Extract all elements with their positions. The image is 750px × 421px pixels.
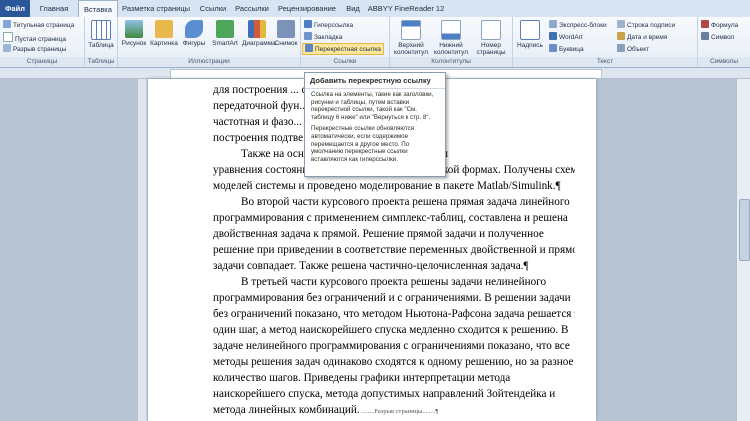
text-line: задачи совпадает. Также решена частично-…	[213, 260, 529, 272]
header-button[interactable]: Верхний колонтитул	[392, 20, 430, 56]
text-line: задаче нелинейного программирования с ог…	[213, 340, 570, 352]
smartart-button[interactable]: SmartArt	[210, 20, 240, 47]
tab-references[interactable]: Ссылки	[196, 0, 230, 17]
page-break-button[interactable]: Разрыв страницы	[3, 44, 66, 54]
dropcap-icon	[549, 44, 557, 52]
text-line: метода линейных комбинаций. ........Разр…	[213, 404, 575, 416]
chart-icon	[248, 20, 266, 38]
blank-page-icon	[3, 32, 13, 42]
wordart-button[interactable]: WordArt	[549, 32, 583, 42]
screenshot-icon	[277, 20, 295, 38]
text-line: один шаг, а метод наискорейшего спуска м…	[213, 324, 569, 336]
quick-parts-button[interactable]: Экспресс-блоки	[549, 20, 607, 30]
text-line: двойственная задача к прямой. Решение пр…	[213, 228, 544, 240]
bookmark-icon	[304, 32, 312, 40]
group-label-links: Ссылки	[301, 57, 389, 67]
tab-review[interactable]: Рецензирование	[274, 0, 340, 17]
header-icon	[401, 20, 421, 40]
group-label-symbols: Символы	[698, 57, 750, 67]
signature-line-button[interactable]: Строка подписи	[617, 20, 675, 30]
calendar-icon	[617, 32, 625, 40]
omega-icon	[701, 32, 709, 40]
tooltip-title: Добавить перекрестную ссылку	[305, 73, 445, 89]
text-line-content: метода линейных комбинаций.	[213, 404, 360, 416]
textbox-button[interactable]: Надпись	[515, 20, 545, 49]
chart-button[interactable]: Диаграмма	[242, 20, 276, 47]
group-label-text: Текст	[513, 57, 697, 67]
blank-page-button[interactable]: Пустая страница	[3, 32, 66, 43]
equation-button[interactable]: Формула	[701, 20, 738, 30]
clipart-icon	[155, 20, 173, 38]
ribbon: Титульная страница Пустая страница Разры…	[0, 17, 750, 68]
text-line: программирования без ограничений и с огр…	[213, 292, 571, 304]
tab-abbyy[interactable]: ABBYY FineReader 12	[366, 0, 446, 17]
bookmark-button[interactable]: Закладка	[304, 32, 342, 42]
vertical-scrollbar[interactable]	[736, 79, 750, 421]
tab-view[interactable]: Вид	[342, 0, 364, 17]
tab-page-layout[interactable]: Разметка страницы	[118, 0, 194, 17]
tab-home[interactable]: Главная	[32, 0, 76, 17]
group-tables: Таблица Таблицы	[85, 17, 118, 67]
text-line: методы решения задач одинаково сходятся …	[213, 356, 574, 368]
wordart-icon	[549, 32, 557, 40]
tab-insert[interactable]: Вставка	[78, 0, 118, 18]
text-line: наискорейшего спуска, метода допустимых …	[213, 388, 556, 400]
shapes-button[interactable]: Фигуры	[180, 20, 208, 47]
group-label-tables: Таблицы	[85, 57, 117, 67]
text-line: без ограничений показано, что методом Нь…	[213, 308, 575, 320]
group-header-footer: Верхний колонтитул Нижний колонтитул Ном…	[390, 17, 513, 67]
scrollbar-thumb[interactable]	[739, 199, 750, 261]
picture-icon	[125, 20, 143, 38]
tooltip-paragraph-2: Перекрестные ссылки обновляются автоматич…	[311, 125, 415, 163]
signature-line-icon	[617, 20, 625, 28]
hyperlink-icon	[304, 20, 312, 28]
smartart-icon	[216, 20, 234, 38]
footer-button[interactable]: Нижний колонтитул	[432, 20, 470, 56]
object-button[interactable]: Объект	[617, 44, 649, 54]
page-number-icon	[481, 20, 501, 40]
date-time-button[interactable]: Дата и время	[617, 32, 667, 42]
cover-page-icon	[3, 20, 11, 28]
dropcap-button[interactable]: Буквица	[549, 44, 584, 54]
group-pages: Титульная страница Пустая страница Разры…	[0, 17, 85, 67]
hyperlink-button[interactable]: Гиперссылка	[304, 20, 353, 30]
text-line: моделей системы и проведено моделировани…	[213, 180, 561, 192]
object-icon	[617, 44, 625, 52]
cross-reference-button[interactable]: Перекрестная ссылка	[302, 43, 384, 55]
cross-reference-icon	[305, 44, 313, 52]
text-line: количество шагов. Приведены графики инте…	[213, 372, 511, 384]
tooltip-paragraph-1: Ссылка на элементы, такие как заголовки,…	[311, 91, 434, 121]
footer-icon	[441, 20, 461, 40]
screenshot-button[interactable]: Снимок	[273, 20, 299, 47]
text-line: Во второй части курсового проекта решена…	[241, 196, 570, 208]
table-icon	[91, 20, 111, 40]
group-label-header-footer: Колонтитулы	[390, 57, 512, 67]
quick-parts-icon	[549, 20, 557, 28]
clipart-button[interactable]: Картинка	[150, 20, 178, 47]
table-button[interactable]: Таблица	[87, 20, 115, 49]
group-label-illustrations: Иллюстрации	[118, 57, 300, 67]
tab-file[interactable]: Файл	[0, 0, 30, 17]
group-text: Надпись Экспресс-блоки WordArt Буквица С…	[513, 17, 698, 67]
ribbon-tabs: Файл Главная Вставка Разметка страницы С…	[0, 0, 750, 18]
textbox-icon	[520, 20, 540, 40]
cross-reference-tooltip: Добавить перекрестную ссылку Ссылка на э…	[304, 72, 446, 177]
page-number-button[interactable]: Номер страницы	[472, 20, 510, 56]
text-line: В третьей части курсового проекта решены…	[241, 276, 547, 288]
group-label-pages: Страницы	[0, 57, 84, 67]
text-line: программирования с применением симплекс-…	[213, 212, 568, 224]
shapes-icon	[185, 20, 203, 38]
group-illustrations: Рисунок Картинка Фигуры SmartArt Диаграм…	[118, 17, 301, 67]
text-line: решение при приведении в соответствие пе…	[213, 244, 575, 256]
picture-button[interactable]: Рисунок	[120, 20, 148, 47]
group-links: Гиперссылка Закладка Перекрестная ссылка…	[301, 17, 390, 67]
cover-page-button[interactable]: Титульная страница	[3, 20, 74, 30]
vertical-ruler[interactable]	[138, 79, 147, 421]
page-break-marker: ........Разрыв страницы........¶	[359, 408, 439, 415]
pi-icon	[701, 20, 709, 28]
page-break-icon	[3, 44, 11, 52]
symbol-button[interactable]: Символ	[701, 32, 734, 42]
tab-mailings[interactable]: Рассылки	[232, 0, 272, 17]
group-symbols: Формула Символ Символы	[698, 17, 750, 67]
